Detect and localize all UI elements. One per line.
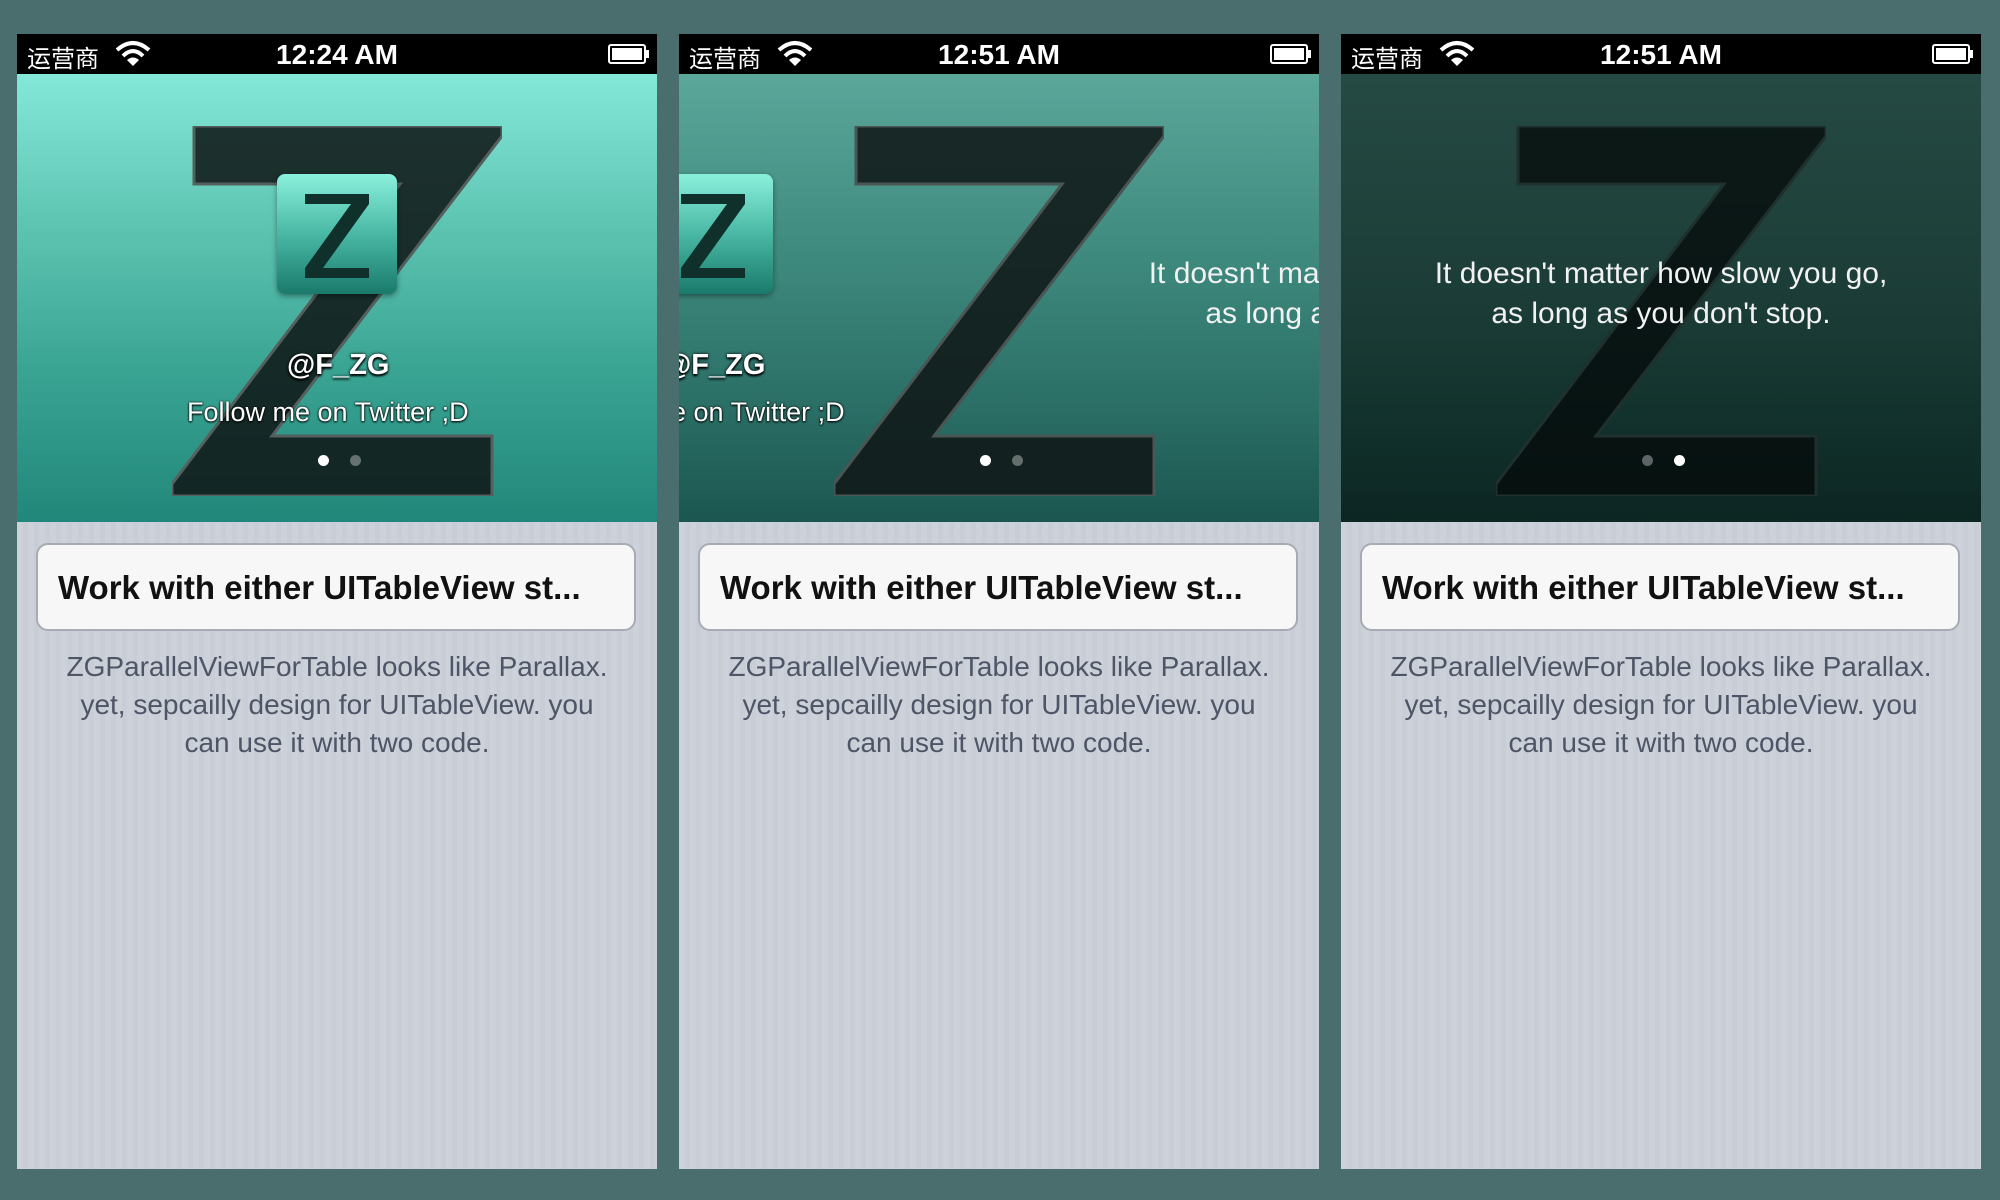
status-bar: 运营商 12:51 AM — [1341, 34, 1981, 74]
status-bar: 运营商 12:24 AM — [17, 34, 657, 74]
phone-screen-1: 运营商 12:24 AM @F_ZG Follow me on Twitter … — [17, 34, 657, 1169]
quote-line-1: It doesn't matter how slow you go, — [1434, 257, 1888, 290]
page-dot-1[interactable] — [980, 455, 991, 466]
cell-title: Work with either UITableView st... — [58, 569, 581, 606]
follow-text: Follow me on Twitter ;D — [187, 397, 469, 427]
page-dot-2[interactable] — [1674, 455, 1685, 466]
table-cell[interactable]: Work with either UITableView st... — [1360, 543, 1960, 631]
description-text: ZGParallelViewForTable looks like Parall… — [1390, 651, 1932, 758]
cell-title: Work with either UITableView st... — [1382, 569, 1905, 606]
page-dot-2[interactable] — [1012, 455, 1023, 466]
twitter-handle: @F_ZG — [287, 349, 390, 381]
page-dot-1[interactable] — [1642, 455, 1653, 466]
table-content: Work with either UITableView st... ZGPar… — [679, 522, 1319, 1169]
battery-icon — [608, 44, 649, 64]
cell-title: Work with either UITableView st... — [720, 569, 1243, 606]
quote-line-1: It doesn't matter how slow you go, — [1148, 257, 1319, 290]
description-text: ZGParallelViewForTable looks like Parall… — [66, 651, 608, 758]
quote-text: It doesn't matter how slow you go, as lo… — [1351, 254, 1971, 334]
parallax-header[interactable]: @F_ZG Follow me on Twitter ;D — [17, 74, 657, 522]
status-time: 12:51 AM — [938, 39, 1060, 70]
page-dot-2[interactable] — [350, 455, 361, 466]
battery-icon — [1932, 44, 1973, 64]
phone-screen-2: 运营商 12:51 AM @F_ZG Follow me on Twitter … — [679, 34, 1319, 1169]
table-content: Work with either UITableView st... ZGPar… — [1341, 522, 1981, 1169]
twitter-handle: @F_ZG — [679, 349, 766, 381]
parallax-header[interactable]: @F_ZG Follow me on Twitter ;D It doesn't… — [679, 74, 1319, 522]
quote-text: It doesn't matter how slow you go, as lo… — [1065, 254, 1319, 334]
page-control[interactable] — [1341, 455, 1981, 467]
phone-screen-3: 运营商 12:51 AM It doesn't matter how slow … — [1341, 34, 1981, 1169]
table-content: Work with either UITableView st... ZGPar… — [17, 522, 657, 1169]
status-time: 12:51 AM — [1600, 39, 1722, 70]
quote-line-2: as long as you don't stop. — [1205, 297, 1319, 330]
page-control[interactable] — [17, 455, 657, 467]
parallax-header[interactable]: It doesn't matter how slow you go, as lo… — [1341, 74, 1981, 522]
table-cell[interactable]: Work with either UITableView st... — [698, 543, 1298, 631]
battery-icon — [1270, 44, 1311, 64]
status-time: 12:24 AM — [276, 39, 398, 70]
avatar-icon[interactable] — [277, 174, 397, 294]
quote-line-2: as long as you don't stop. — [1491, 297, 1831, 330]
follow-text: Follow me on Twitter ;D — [679, 397, 845, 427]
avatar-icon[interactable] — [679, 174, 773, 294]
description-text: ZGParallelViewForTable looks like Parall… — [728, 651, 1270, 758]
page-dot-1[interactable] — [318, 455, 329, 466]
table-cell[interactable]: Work with either UITableView st... — [36, 543, 636, 631]
page-control[interactable] — [679, 455, 1319, 467]
status-bar: 运营商 12:51 AM — [679, 34, 1319, 74]
